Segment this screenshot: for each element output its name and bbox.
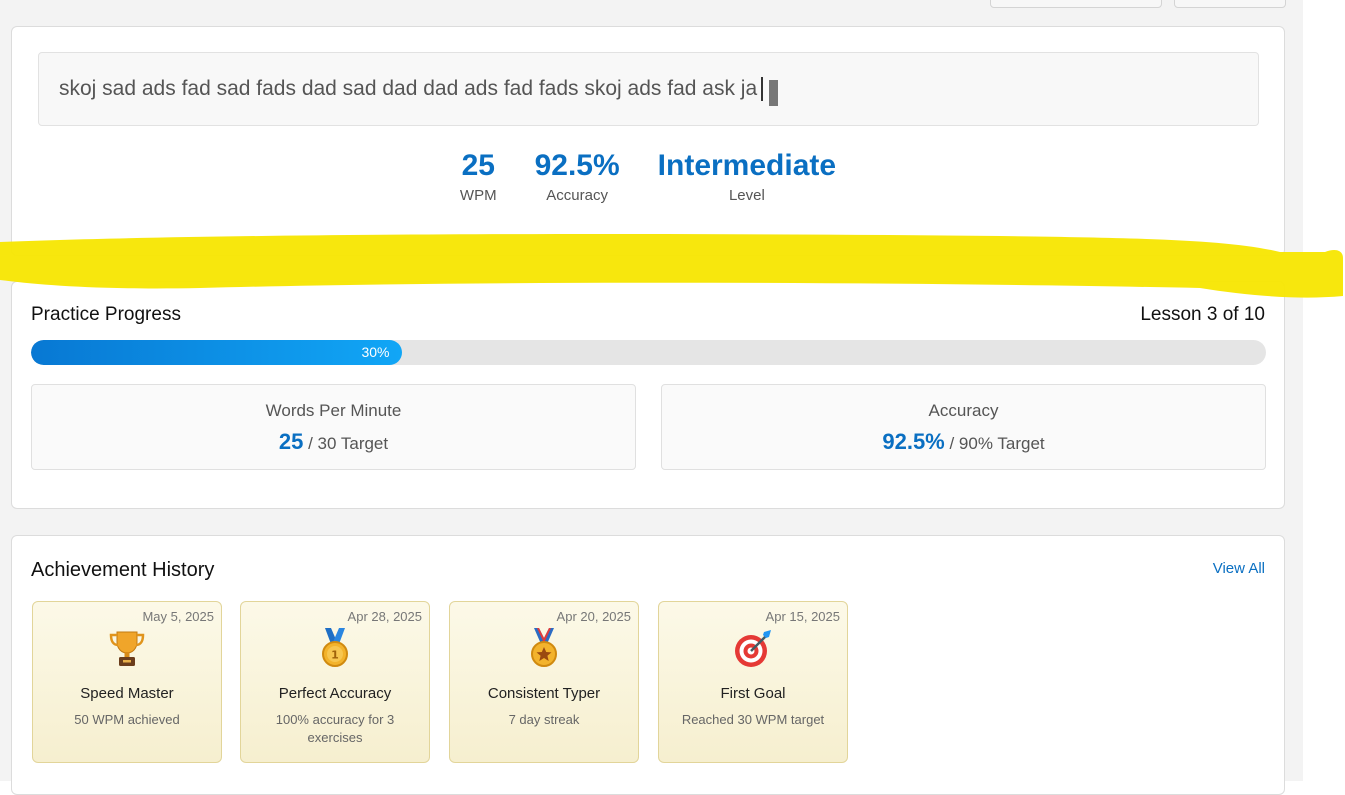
- achievement-card[interactable]: Apr 20, 2025 Consistent Typer 7 day stre…: [449, 601, 639, 763]
- achievement-name: Consistent Typer: [487, 685, 601, 702]
- stat-level: Intermediate Level: [658, 145, 836, 205]
- stat-value: Intermediate: [657, 149, 837, 182]
- progress-bar-fill: 30%: [31, 340, 402, 365]
- metric-value: 92.5%: [882, 429, 945, 454]
- metric-title: Words Per Minute: [265, 401, 402, 420]
- medal-star-icon: [531, 628, 557, 667]
- achievement-desc: 7 day streak: [508, 712, 580, 727]
- accuracy-metric: Accuracy 92.5% / 90% Target: [661, 384, 1266, 470]
- practice-progress-card: Practice Progress Lesson 3 of 10 30% Wor…: [11, 281, 1285, 509]
- text-caret: [761, 77, 764, 102]
- typing-text-area[interactable]: skoj sad ads fad sad fads dad sad dad da…: [38, 52, 1259, 126]
- achievement-name: Speed Master: [80, 685, 174, 702]
- stat-label: Level: [728, 187, 765, 204]
- typing-card: skoj sad ads fad sad fads dad sad dad da…: [11, 26, 1285, 256]
- achievement-date: May 5, 2025: [142, 609, 214, 624]
- typing-text: skoj sad ads fad sad fads dad sad dad da…: [59, 77, 758, 100]
- achievement-card[interactable]: Apr 28, 2025 1 Perfect Accuracy 100% acc…: [240, 601, 430, 763]
- stat-value: 25: [461, 149, 495, 182]
- achievement-desc: Reached 30 WPM target: [681, 712, 825, 727]
- metric-value: 25: [278, 429, 304, 454]
- metric-target: / 90% Target: [949, 434, 1045, 453]
- stat-wpm: 25 WPM: [460, 145, 497, 205]
- stat-accuracy: 92.5% Accuracy: [535, 145, 620, 205]
- achievement-name: Perfect Accuracy: [278, 685, 392, 702]
- achievement-title: Achievement History: [31, 559, 215, 581]
- metric-title: Accuracy: [928, 401, 999, 420]
- typing-stats: 25 WPM 92.5% Accuracy Intermediate Level: [12, 145, 1284, 205]
- progress-percent: 30%: [361, 344, 390, 360]
- achievement-name: First Goal: [720, 685, 786, 702]
- svg-text:1: 1: [331, 649, 339, 662]
- top-toolbar-button[interactable]: [1174, 0, 1286, 8]
- progress-title: Practice Progress: [31, 304, 181, 325]
- achievement-card[interactable]: May 5, 2025 Speed Master 50 WPM achieved: [32, 601, 222, 763]
- view-all-link[interactable]: View All: [1213, 560, 1265, 577]
- top-toolbar-button[interactable]: [990, 0, 1162, 8]
- medal-first-place-icon: 1: [322, 628, 348, 667]
- stat-label: WPM: [459, 187, 497, 204]
- achievement-date: Apr 28, 2025: [347, 609, 422, 624]
- progress-bar: 30%: [31, 340, 1266, 365]
- achievement-date: Apr 15, 2025: [765, 609, 840, 624]
- achievement-desc: 50 WPM achieved: [74, 712, 180, 727]
- block-cursor: [769, 80, 779, 107]
- achievement-desc: 100% accuracy for 3 exercises: [275, 712, 395, 745]
- achievement-card[interactable]: Apr 15, 2025 First Goal Reached 30 WPM t…: [658, 601, 848, 763]
- wpm-metric: Words Per Minute 25 / 30 Target: [31, 384, 636, 470]
- metric-line: 25 / 30 Target: [32, 429, 635, 455]
- achievement-history-card: Achievement History View All May 5, 2025…: [11, 535, 1285, 795]
- stat-label: Accuracy: [546, 187, 608, 204]
- lesson-counter: Lesson 3 of 10: [1140, 304, 1265, 325]
- progress-header: Practice Progress Lesson 3 of 10: [31, 304, 1265, 326]
- target-dart-icon: [735, 630, 771, 667]
- achievement-date: Apr 20, 2025: [556, 609, 631, 624]
- metric-target: / 30 Target: [308, 434, 389, 453]
- stat-value: 92.5%: [534, 149, 620, 182]
- metric-line: 92.5% / 90% Target: [662, 429, 1265, 455]
- trophy-icon: [109, 631, 145, 666]
